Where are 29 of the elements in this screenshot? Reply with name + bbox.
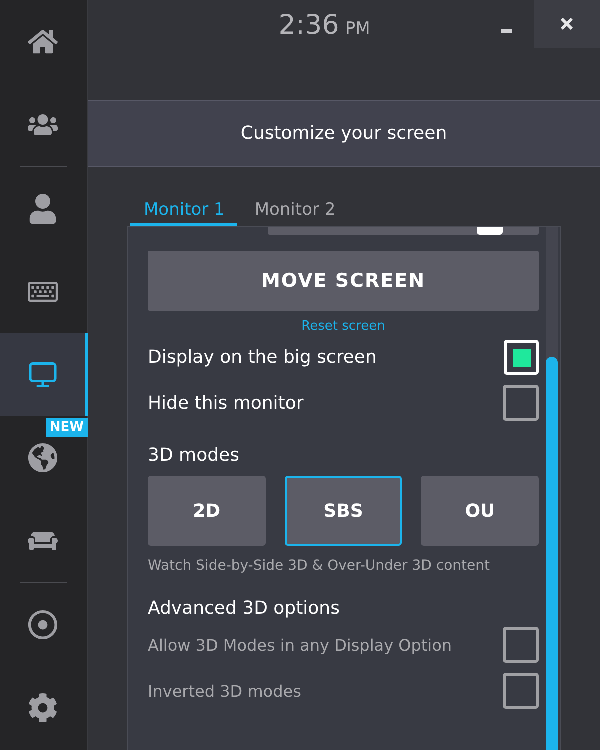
mode-button[interactable]: SBS [284,476,402,546]
section-heading: Advanced 3D options [148,598,341,619]
clock-period: PM [345,19,370,39]
monitor-tab[interactable]: Monitor 2 [240,200,348,226]
option-label: Allow 3D Modes in any Display Option [148,636,452,654]
new-badge: NEW [46,418,88,437]
globe-icon [28,442,58,472]
checkbox[interactable] [503,673,539,709]
sidebar-item[interactable] [0,333,88,416]
scrollbar[interactable] [546,227,558,750]
close-button[interactable] [534,0,600,48]
user-icon [28,194,58,224]
checkbox[interactable] [503,385,539,421]
target-icon [28,610,58,640]
mode-button[interactable]: OU [421,476,539,546]
close-icon [561,18,573,30]
option-label: Inverted 3D modes [148,682,302,700]
reset-screen-link[interactable]: Reset screen [302,319,386,334]
move-screen-button[interactable]: MOVE SCREEN [148,251,539,311]
mode-button[interactable]: 2D [148,476,266,546]
monitor-icon [28,360,58,390]
panel-title: Customize your screen [240,123,448,144]
checkbox[interactable] [503,627,539,663]
option-label: Display on the big screen [148,347,377,368]
section-heading: 3D modes [148,445,240,466]
modes-hint: Watch Side-by-Side 3D & Over-Under 3D content [148,558,491,574]
clock-time: 2:36 [278,10,340,41]
settings-icon [28,692,58,722]
option-label: Hide this monitor [148,392,304,414]
